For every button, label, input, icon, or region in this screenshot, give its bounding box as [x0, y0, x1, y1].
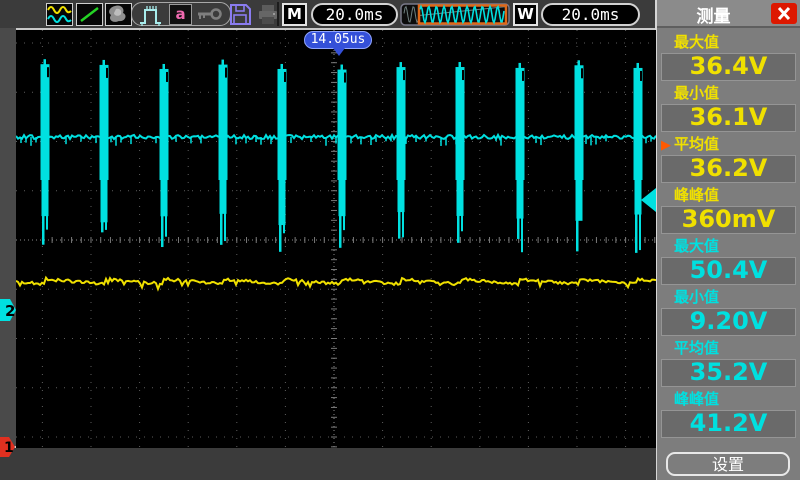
ch1-position-marker[interactable]: 1: [0, 437, 16, 462]
measurement-label: 最大值: [661, 32, 800, 52]
arrow-placeholder: [661, 187, 674, 207]
panel-title: 测量: [696, 7, 731, 27]
main-timebase-value[interactable]: 20.0ms: [311, 3, 398, 26]
measurement-label: 峰峰值: [661, 185, 800, 205]
left-margin-strip: [0, 28, 16, 448]
measurement-value: 50.4V: [661, 257, 796, 285]
main-timebase-label: M: [282, 3, 307, 26]
ch2-position-marker[interactable]: 2: [0, 299, 17, 326]
measurement-name: 平均值: [674, 339, 720, 357]
measurement-name: 最小值: [674, 84, 720, 102]
trigger-level-marker[interactable]: [641, 188, 656, 216]
arrow-placeholder: [661, 85, 674, 105]
measurement-value: 360mV: [661, 206, 796, 234]
measurement-value: 9.20V: [661, 308, 796, 336]
pulse-icon[interactable]: [139, 2, 165, 31]
settings-button[interactable]: 设置: [666, 452, 790, 476]
measurement-panel: 测量 最大值 36.4V 最小值 36.1V ▶ 平均值 36.2V 峰峰值 360mV 最…: [657, 0, 800, 480]
key-lock-icon[interactable]: [196, 6, 222, 26]
arrow-placeholder: [661, 289, 674, 309]
measurement-label: 最小值: [661, 83, 800, 103]
measurement-label: 峰峰值: [661, 389, 800, 409]
measurement-value: 41.2V: [661, 410, 796, 438]
measurement-label: 平均值: [661, 338, 800, 358]
measurement-name: 最大值: [674, 33, 720, 51]
arrow-placeholder: [661, 34, 674, 54]
svg-text:1: 1: [4, 440, 14, 456]
top-toolbar: a M 20.0ms W 20.0ms: [0, 0, 656, 28]
panel-header: 测量: [657, 0, 800, 28]
measurement-name: 峰峰值: [674, 186, 720, 204]
measurement-name: 峰峰值: [674, 390, 720, 408]
window-timebase-value[interactable]: 20.0ms: [541, 3, 640, 26]
svg-text:2: 2: [5, 302, 15, 320]
graticule-display: [15, 30, 657, 448]
measurement-value: 36.1V: [661, 104, 796, 132]
save-floppy-icon[interactable]: [228, 3, 252, 30]
line-tool-icon[interactable]: [76, 3, 103, 26]
arrow-placeholder: [661, 238, 674, 258]
measurement-value: 36.4V: [661, 53, 796, 81]
measurement-label: 最小值: [661, 287, 800, 307]
blob-icon[interactable]: [105, 3, 132, 26]
arrow-placeholder: [661, 340, 674, 360]
measurement-label: ▶ 平均值: [661, 134, 800, 154]
measurement-name: 平均值: [674, 135, 720, 153]
measurement-list: 最大值 36.4V 最小值 36.1V ▶ 平均值 36.2V 峰峰值 360mV 最大值 5…: [657, 30, 800, 438]
close-icon[interactable]: [771, 3, 797, 24]
trigger-position-balloon[interactable]: 14.05us: [304, 31, 372, 56]
window-timebase-label: W: [513, 3, 538, 26]
measurement-name: 最小值: [674, 288, 720, 306]
oscilloscope-screen: a M 20.0ms W 20.0ms 14.05us 2 1 测量 最大值 3…: [0, 0, 800, 480]
measurement-value: 35.2V: [661, 359, 796, 387]
status-bar: DC 20 1.00V DC 20 10.0V CH2: [0, 448, 656, 480]
selected-arrow-icon: ▶: [661, 138, 671, 153]
measurement-label: 最大值: [661, 236, 800, 256]
toolbar-divider: [277, 2, 279, 26]
arrow-placeholder: [661, 391, 674, 411]
channel-waves-icon[interactable]: [46, 3, 73, 26]
measurement-name: 最大值: [674, 237, 720, 255]
measurement-value: 36.2V: [661, 155, 796, 183]
waveform-preview[interactable]: [400, 3, 510, 26]
auto-text-icon[interactable]: a: [169, 4, 192, 25]
